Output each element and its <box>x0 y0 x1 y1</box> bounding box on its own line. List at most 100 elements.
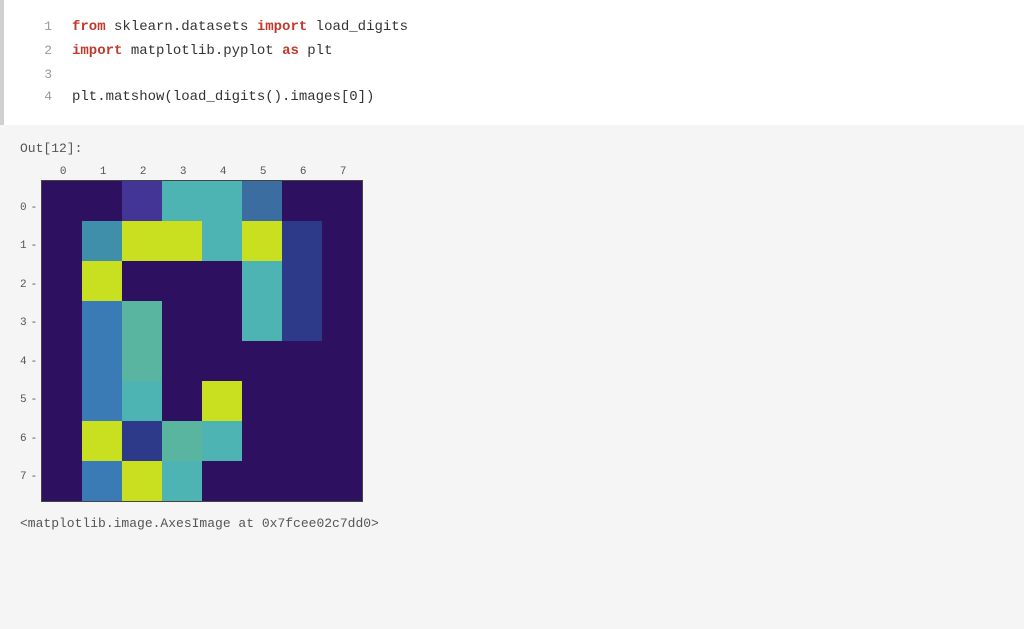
grid-cell <box>122 261 162 301</box>
line-number: 4 <box>24 86 52 108</box>
grid-cell <box>242 421 282 461</box>
code-line: 3 <box>24 64 1004 86</box>
grid-cell <box>162 381 202 421</box>
grid-cell <box>82 341 122 381</box>
grid-cell <box>202 461 242 501</box>
x-axis-label: 6 <box>283 166 323 178</box>
code-line: 4 plt.matshow(load_digits().images[0]) <box>24 86 1004 110</box>
code-content: plt.matshow(load_digits().images[0]) <box>72 86 374 110</box>
grid-cell <box>242 301 282 341</box>
grid-cell <box>282 181 322 221</box>
grid-cell <box>282 261 322 301</box>
x-axis-label: 7 <box>323 166 363 178</box>
grid-cell <box>282 221 322 261</box>
y-axis-label: 5- <box>20 381 37 420</box>
grid-cell <box>282 381 322 421</box>
grid-cell <box>122 181 162 221</box>
grid-cell <box>242 261 282 301</box>
grid-cell <box>282 461 322 501</box>
grid-cell <box>282 301 322 341</box>
plot-container: 0-1-2-3-4-5-6-7- 01234567 <box>20 166 1004 502</box>
grid-cell <box>122 341 162 381</box>
grid-cell <box>82 221 122 261</box>
grid-cell <box>242 461 282 501</box>
line-number: 1 <box>24 16 52 38</box>
grid-cell <box>202 221 242 261</box>
code-cell: 1 from sklearn.datasets import load_digit… <box>0 0 1024 125</box>
y-axis-label: 1- <box>20 227 37 266</box>
grid-cell <box>162 181 202 221</box>
y-axis-label: 2- <box>20 265 37 304</box>
grid-cell <box>322 381 362 421</box>
grid-cell <box>242 341 282 381</box>
grid-cell <box>42 301 82 341</box>
plot-wrapper: 01234567 <box>41 166 363 502</box>
grid-cell <box>242 181 282 221</box>
x-axis: 01234567 <box>41 166 363 178</box>
grid-cell <box>82 301 122 341</box>
grid-cell <box>322 221 362 261</box>
code-area: 1 from sklearn.datasets import load_digit… <box>24 16 1004 109</box>
grid-cell <box>122 301 162 341</box>
grid-cell <box>162 221 202 261</box>
grid-cell <box>202 421 242 461</box>
grid-cell <box>242 221 282 261</box>
grid-cell <box>322 421 362 461</box>
grid-cell <box>42 421 82 461</box>
y-axis-label: 4- <box>20 342 37 381</box>
output-area: Out[12]: 0-1-2-3-4-5-6-7- 01234567 <matp… <box>0 125 1024 547</box>
grid-cell <box>162 461 202 501</box>
grid-cell <box>202 341 242 381</box>
grid-cell <box>42 381 82 421</box>
grid-cell <box>322 261 362 301</box>
grid-cell <box>42 461 82 501</box>
grid-cell <box>202 301 242 341</box>
grid-cell <box>42 181 82 221</box>
grid-cell <box>122 421 162 461</box>
grid-cell <box>322 181 362 221</box>
y-axis: 0-1-2-3-4-5-6-7- <box>20 166 41 496</box>
y-axis-label: 7- <box>20 458 37 497</box>
code-line: 1 from sklearn.datasets import load_digit… <box>24 16 1004 40</box>
grid-cell <box>122 381 162 421</box>
grid-cell <box>322 301 362 341</box>
line-number: 3 <box>24 64 52 86</box>
grid-cell <box>82 381 122 421</box>
grid-cell <box>322 461 362 501</box>
grid-cell <box>162 421 202 461</box>
grid-cell <box>162 261 202 301</box>
grid-cell <box>42 261 82 301</box>
grid-cell <box>42 221 82 261</box>
image-grid <box>41 180 363 502</box>
x-axis-label: 1 <box>83 166 123 178</box>
grid-cell <box>122 221 162 261</box>
line-number: 2 <box>24 40 52 62</box>
x-axis-label: 3 <box>163 166 203 178</box>
result-text: <matplotlib.image.AxesImage at 0x7fcee02… <box>20 516 1004 531</box>
x-axis-label: 4 <box>203 166 243 178</box>
grid-cell <box>162 301 202 341</box>
grid-cell <box>122 461 162 501</box>
grid-cell <box>282 421 322 461</box>
code-line: 2 import matplotlib.pyplot as plt <box>24 40 1004 64</box>
y-axis-label: 0- <box>20 188 37 227</box>
grid-cell <box>202 261 242 301</box>
x-axis-label: 2 <box>123 166 163 178</box>
grid-cell <box>282 341 322 381</box>
output-label: Out[12]: <box>20 141 1004 156</box>
x-axis-label: 5 <box>243 166 283 178</box>
grid-cell <box>82 261 122 301</box>
y-axis-label: 6- <box>20 419 37 458</box>
y-axis-label: 3- <box>20 304 37 343</box>
code-content: from sklearn.datasets import load_digits <box>72 16 408 40</box>
x-axis-label: 0 <box>43 166 83 178</box>
grid-cell <box>202 381 242 421</box>
grid-cell <box>42 341 82 381</box>
code-content: import matplotlib.pyplot as plt <box>72 40 332 64</box>
grid-cell <box>82 421 122 461</box>
grid-cell <box>82 181 122 221</box>
grid-cell <box>322 341 362 381</box>
grid-cell <box>162 341 202 381</box>
grid-cell <box>242 381 282 421</box>
grid-cell <box>202 181 242 221</box>
